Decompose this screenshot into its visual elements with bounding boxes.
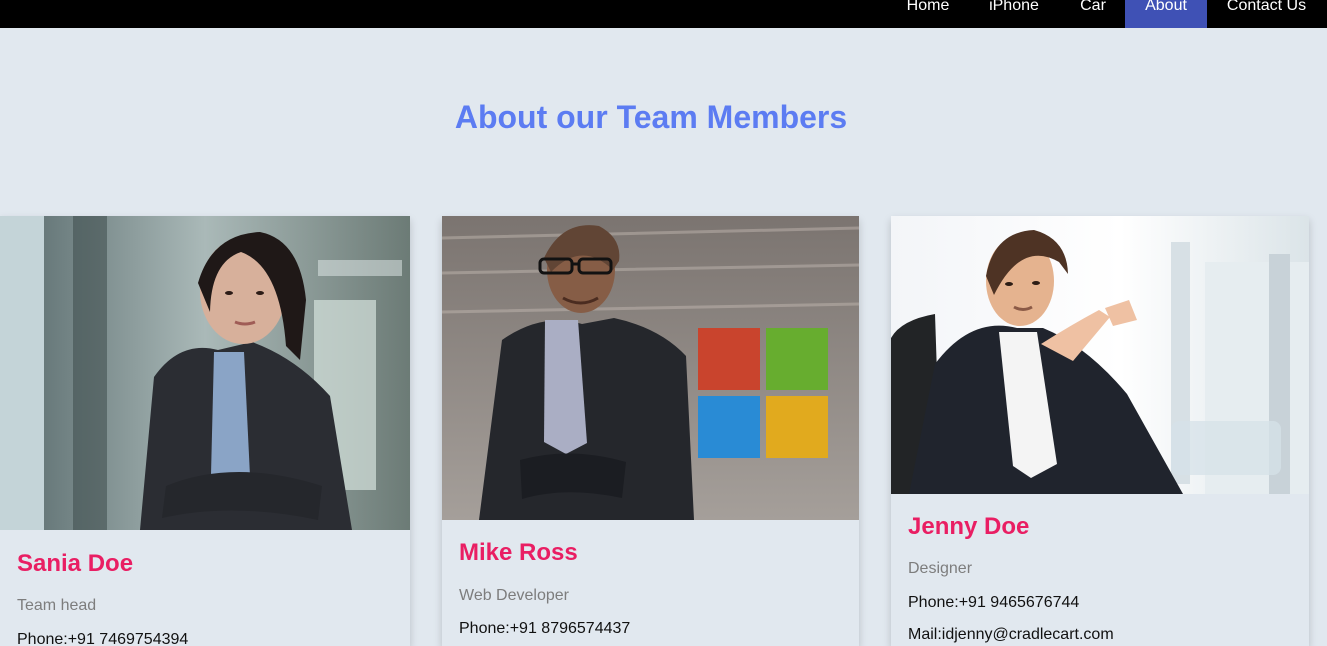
nav-link-about[interactable]: About [1125,0,1207,28]
team-member-role: Team head [17,597,97,614]
team-member-phone: Phone:+91 7469754394 [17,631,189,646]
portrait-image-icon [891,216,1309,494]
portrait-image-icon [0,216,410,530]
team-member-card-mike: Mike Ross Web Developer Phone:+91 879657… [442,216,859,646]
team-member-name: Sania Doe [17,550,134,577]
team-member-mail: Mail:idjenny@cradlecart.com [908,626,1114,643]
nav-link-iphone[interactable]: iPhone [972,0,1056,28]
team-member-role: Designer [908,560,973,577]
portrait-image-icon [442,216,859,520]
team-member-phone: Phone:+91 9465676744 [908,594,1080,611]
nav-link-contact-us[interactable]: Contact Us [1210,0,1323,28]
team-member-card-sania: Sania Doe Team head Phone:+91 7469754394 [0,216,410,646]
team-member-card-jenny: Jenny Doe Designer Phone:+91 9465676744 … [891,216,1309,646]
team-member-role: Web Developer [459,587,569,604]
team-member-name: Mike Ross [459,539,578,566]
page-title: About our Team Members [454,99,848,135]
sania-doe-photo [0,216,410,530]
mike-ross-photo [442,216,859,520]
top-navigation-bar: Home iPhone Car About Contact Us [0,0,1327,28]
team-member-phone: Phone:+91 8796574437 [459,620,631,637]
nav-link-car[interactable]: Car [1062,0,1124,28]
jenny-doe-photo [891,216,1309,494]
nav-link-home[interactable]: Home [890,0,966,28]
team-member-name: Jenny Doe [908,513,1030,540]
